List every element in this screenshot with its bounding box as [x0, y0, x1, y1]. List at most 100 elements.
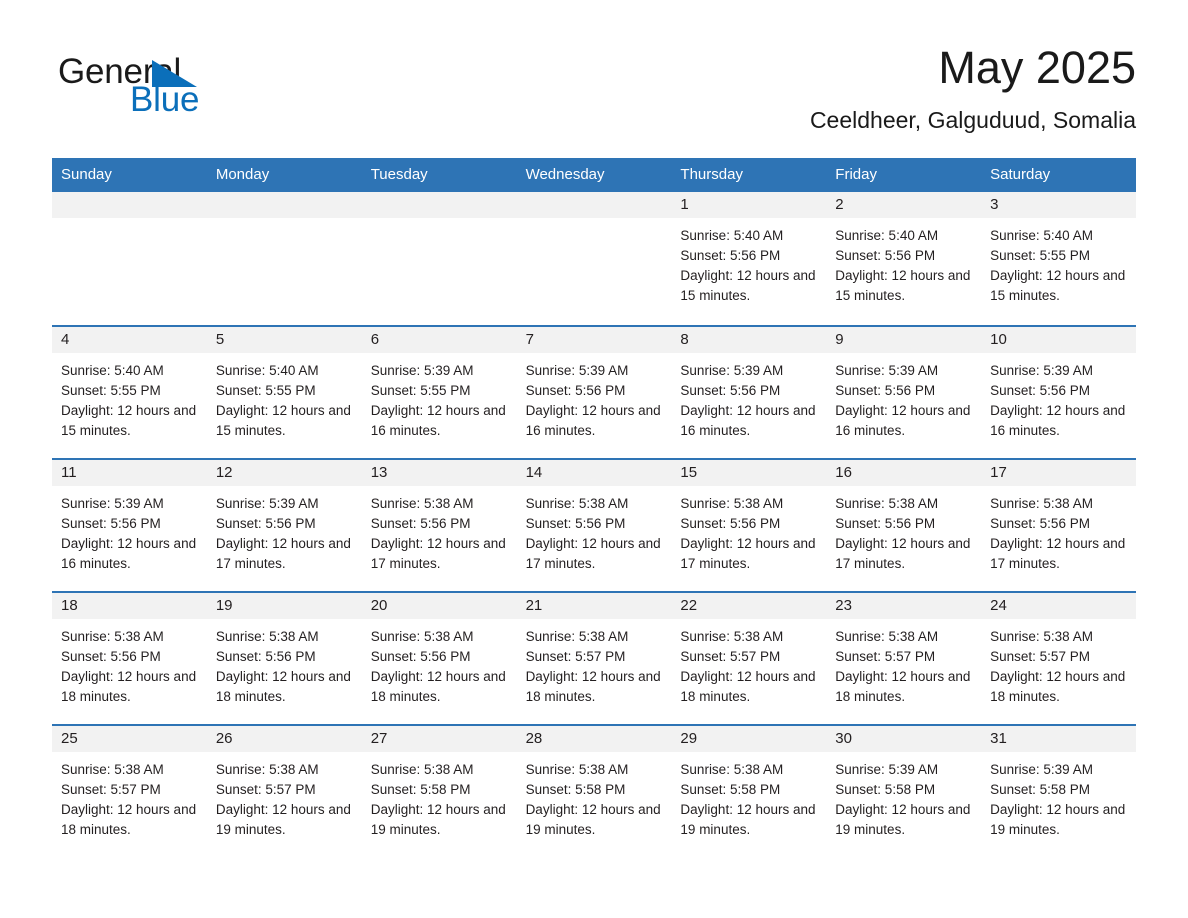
page-title: May 2025 [938, 42, 1136, 93]
day-cell[interactable]: 29 Sunrise: 5:38 AM Sunset: 5:58 PM Dayl… [671, 726, 827, 857]
day-details: Sunrise: 5:39 AM Sunset: 5:56 PM Dayligh… [52, 486, 207, 574]
day-cell[interactable]: 14 Sunrise: 5:38 AM Sunset: 5:56 PM Dayl… [516, 460, 672, 591]
day-number: 7 [516, 327, 672, 353]
day-cell[interactable]: 3 Sunrise: 5:40 AM Sunset: 5:55 PM Dayli… [981, 192, 1136, 325]
day-cell[interactable]: 25 Sunrise: 5:38 AM Sunset: 5:57 PM Dayl… [52, 726, 207, 857]
day-cell[interactable]: 22 Sunrise: 5:38 AM Sunset: 5:57 PM Dayl… [671, 593, 827, 724]
weekday-saturday: Saturday [990, 166, 1051, 183]
sunrise-text: Sunrise: 5:38 AM [61, 629, 164, 644]
day-cell[interactable]: 10 Sunrise: 5:39 AM Sunset: 5:56 PM Dayl… [981, 327, 1136, 458]
day-number: 3 [981, 192, 1136, 218]
day-cell[interactable]: 23 Sunrise: 5:38 AM Sunset: 5:57 PM Dayl… [826, 593, 982, 724]
day-cell[interactable]: 7 Sunrise: 5:39 AM Sunset: 5:56 PM Dayli… [516, 327, 672, 458]
sunrise-text: Sunrise: 5:38 AM [680, 762, 784, 777]
day-details: Sunrise: 5:38 AM Sunset: 5:56 PM Dayligh… [362, 619, 517, 707]
day-cell[interactable]: 4 Sunrise: 5:40 AM Sunset: 5:55 PM Dayli… [52, 327, 207, 458]
sunset-text: Sunset: 5:56 PM [61, 516, 161, 531]
day-details: Sunrise: 5:39 AM Sunset: 5:56 PM Dayligh… [671, 353, 826, 441]
sunset-text: Sunset: 5:55 PM [990, 248, 1090, 263]
day-cell [52, 192, 207, 325]
sunrise-text: Sunrise: 5:38 AM [835, 629, 939, 644]
sunset-text: Sunset: 5:56 PM [215, 516, 316, 531]
sunrise-text: Sunrise: 5:39 AM [61, 496, 164, 511]
day-number: 22 [671, 593, 827, 619]
day-details: Sunrise: 5:38 AM Sunset: 5:58 PM Dayligh… [362, 752, 517, 840]
day-cell[interactable]: 27 Sunrise: 5:38 AM Sunset: 5:58 PM Dayl… [361, 726, 517, 857]
sunset-text: Sunset: 5:56 PM [525, 383, 626, 398]
day-details: Sunrise: 5:40 AM Sunset: 5:56 PM Dayligh… [671, 218, 826, 306]
day-number: 10 [981, 327, 1136, 353]
sunset-text: Sunset: 5:57 PM [680, 649, 781, 664]
day-details: Sunrise: 5:39 AM Sunset: 5:56 PM Dayligh… [207, 486, 362, 574]
day-details: Sunrise: 5:38 AM Sunset: 5:57 PM Dayligh… [671, 619, 826, 707]
sunrise-text: Sunrise: 5:40 AM [680, 228, 784, 243]
day-cell[interactable]: 31 Sunrise: 5:39 AM Sunset: 5:58 PM Dayl… [981, 726, 1136, 857]
day-cell[interactable]: 6 Sunrise: 5:39 AM Sunset: 5:55 PM Dayli… [361, 327, 517, 458]
sunset-text: Sunset: 5:58 PM [525, 782, 626, 797]
day-number: 17 [981, 460, 1136, 486]
day-number: 30 [826, 726, 982, 752]
daylight-text: Daylight: 12 hours and 15 minutes. [990, 268, 1126, 303]
sunset-text: Sunset: 5:56 PM [835, 383, 936, 398]
day-details: Sunrise: 5:39 AM Sunset: 5:56 PM Dayligh… [826, 353, 981, 441]
calendar-table: Sunday Monday Tuesday Wednesday Thursday… [52, 158, 1136, 857]
day-number: 11 [52, 460, 207, 486]
day-cell[interactable]: 26 Sunrise: 5:38 AM Sunset: 5:57 PM Dayl… [206, 726, 362, 857]
calendar-page: General Blue May 2025 Ceeldheer, Galgudu… [0, 0, 1188, 918]
day-cell[interactable]: 28 Sunrise: 5:38 AM Sunset: 5:58 PM Dayl… [516, 726, 672, 857]
day-details: Sunrise: 5:39 AM Sunset: 5:58 PM Dayligh… [826, 752, 981, 840]
day-details: Sunrise: 5:39 AM Sunset: 5:58 PM Dayligh… [981, 752, 1136, 840]
sunset-text: Sunset: 5:57 PM [61, 782, 161, 797]
sunset-text: Sunset: 5:56 PM [835, 248, 936, 263]
sunset-text: Sunset: 5:56 PM [990, 383, 1090, 398]
day-cell[interactable]: 18 Sunrise: 5:38 AM Sunset: 5:56 PM Dayl… [52, 593, 207, 724]
day-cell[interactable]: 12 Sunrise: 5:39 AM Sunset: 5:56 PM Dayl… [206, 460, 362, 591]
day-cell[interactable]: 9 Sunrise: 5:39 AM Sunset: 5:56 PM Dayli… [826, 327, 982, 458]
day-cell[interactable]: 21 Sunrise: 5:38 AM Sunset: 5:57 PM Dayl… [516, 593, 672, 724]
day-cell[interactable]: 17 Sunrise: 5:38 AM Sunset: 5:56 PM Dayl… [981, 460, 1136, 591]
day-cell[interactable]: 5 Sunrise: 5:40 AM Sunset: 5:55 PM Dayli… [206, 327, 362, 458]
daylight-text: Daylight: 12 hours and 18 minutes. [680, 669, 816, 704]
title-block: May 2025 Ceeldheer, Galguduud, Somalia [810, 40, 1136, 134]
day-cell[interactable]: 19 Sunrise: 5:38 AM Sunset: 5:56 PM Dayl… [206, 593, 362, 724]
daylight-text: Daylight: 12 hours and 17 minutes. [990, 536, 1126, 571]
day-details: Sunrise: 5:38 AM Sunset: 5:56 PM Dayligh… [517, 486, 672, 574]
sunrise-text: Sunrise: 5:39 AM [835, 363, 939, 378]
day-cell[interactable]: 15 Sunrise: 5:38 AM Sunset: 5:56 PM Dayl… [671, 460, 827, 591]
day-cell[interactable]: 1 Sunrise: 5:40 AM Sunset: 5:56 PM Dayli… [671, 192, 827, 325]
daylight-text: Daylight: 12 hours and 19 minutes. [990, 802, 1126, 837]
sunset-text: Sunset: 5:57 PM [835, 649, 936, 664]
daylight-text: Daylight: 12 hours and 18 minutes. [61, 669, 197, 704]
day-number [361, 192, 517, 218]
day-cell[interactable]: 8 Sunrise: 5:39 AM Sunset: 5:56 PM Dayli… [671, 327, 827, 458]
day-details [362, 218, 517, 226]
day-cell[interactable]: 30 Sunrise: 5:39 AM Sunset: 5:58 PM Dayl… [826, 726, 982, 857]
sunset-text: Sunset: 5:55 PM [370, 383, 471, 398]
daylight-text: Daylight: 12 hours and 18 minutes. [525, 669, 661, 704]
daylight-text: Daylight: 12 hours and 16 minutes. [61, 536, 197, 571]
day-cell[interactable]: 13 Sunrise: 5:38 AM Sunset: 5:56 PM Dayl… [361, 460, 517, 591]
sunrise-text: Sunrise: 5:38 AM [680, 496, 784, 511]
weekday-wednesday: Wednesday [525, 166, 605, 183]
day-cell[interactable]: 16 Sunrise: 5:38 AM Sunset: 5:56 PM Dayl… [826, 460, 982, 591]
daylight-text: Daylight: 12 hours and 17 minutes. [525, 536, 661, 571]
sunrise-text: Sunrise: 5:38 AM [215, 629, 319, 644]
daylight-text: Daylight: 12 hours and 17 minutes. [835, 536, 971, 571]
weekday-monday: Monday [215, 166, 270, 183]
day-details: Sunrise: 5:38 AM Sunset: 5:56 PM Dayligh… [52, 619, 207, 707]
sunrise-text: Sunrise: 5:39 AM [835, 762, 939, 777]
day-number: 16 [826, 460, 982, 486]
day-cell[interactable]: 24 Sunrise: 5:38 AM Sunset: 5:57 PM Dayl… [981, 593, 1136, 724]
day-cell[interactable]: 20 Sunrise: 5:38 AM Sunset: 5:56 PM Dayl… [361, 593, 517, 724]
day-cell[interactable]: 11 Sunrise: 5:39 AM Sunset: 5:56 PM Dayl… [52, 460, 207, 591]
generalblue-logo[interactable]: General Blue [52, 52, 382, 130]
sunset-text: Sunset: 5:58 PM [680, 782, 781, 797]
daylight-text: Daylight: 12 hours and 18 minutes. [215, 669, 351, 704]
day-details: Sunrise: 5:38 AM Sunset: 5:57 PM Dayligh… [826, 619, 981, 707]
day-details: Sunrise: 5:38 AM Sunset: 5:56 PM Dayligh… [981, 486, 1136, 574]
daylight-text: Daylight: 12 hours and 18 minutes. [61, 802, 197, 837]
day-cell[interactable]: 2 Sunrise: 5:40 AM Sunset: 5:56 PM Dayli… [826, 192, 982, 325]
sunrise-text: Sunrise: 5:39 AM [370, 363, 474, 378]
sunrise-text: Sunrise: 5:38 AM [215, 762, 319, 777]
day-details: Sunrise: 5:39 AM Sunset: 5:56 PM Dayligh… [981, 353, 1136, 441]
